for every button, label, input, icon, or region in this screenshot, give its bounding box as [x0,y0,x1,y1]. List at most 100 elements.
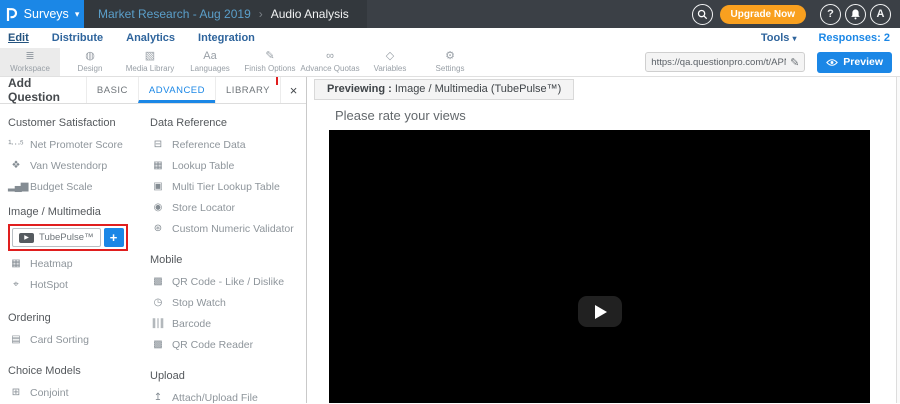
questionpro-logo-icon [5,6,18,22]
question-type-van-westendorp[interactable]: ❖ Van Westendorp [8,155,142,176]
nav-tab-distribute[interactable]: Distribute [52,32,103,44]
nav-tab-integration[interactable]: Integration [198,32,255,44]
video-player[interactable] [329,130,870,403]
vertical-scrollbar[interactable] [896,77,900,403]
previewing-subject: Image / Multimedia (TubePulse™) [392,83,562,95]
card-sorting-icon: ▤ [8,334,23,345]
add-question-header: Add Question BASIC ADVANCED LIBRARY × [0,77,306,104]
question-type-net-promoter-score[interactable]: ¹⋯⁵ Net Promoter Score [8,134,142,155]
heatmap-icon: ▦ [8,258,23,269]
question-type-reference-data[interactable]: ⊟ Reference Data [150,134,306,155]
price-tag-icon: ❖ [8,160,23,171]
tools-dropdown[interactable]: Tools ▾ [761,32,797,44]
item-label: Stop Watch [172,297,226,309]
chevron-down-icon: ▾ [792,34,796,43]
section-customer-satisfaction: Customer Satisfaction [8,117,142,129]
search-button[interactable] [692,4,713,25]
surveys-product-menu[interactable]: Surveys ▾ [0,0,84,28]
toolbar-finish-options[interactable]: ✎ Finish Options [240,48,300,76]
avatar-initial: A [877,8,885,20]
toolbar-finish-options-label: Finish Options [244,64,295,73]
nps-scale-icon: ¹⋯⁵ [8,139,23,150]
question-type-lookup-table[interactable]: ▦ Lookup Table [150,155,306,176]
toolbar-advance-quotas-label: Advance Quotas [300,64,359,73]
survey-url-input[interactable] [651,57,786,68]
add-question-title: Add Question [0,76,86,104]
item-label: Attach/Upload File [172,392,258,404]
toolbar-variables[interactable]: ◇ Variables [360,48,420,76]
toolbar-settings[interactable]: ⚙ Settings [420,48,480,76]
question-type-multi-tier-lookup-table[interactable]: ▣ Multi Tier Lookup Table [150,176,306,197]
play-button[interactable] [578,296,622,327]
toolbar-advance-quotas[interactable]: ∞ Advance Quotas [300,48,360,76]
item-label: Heatmap [30,258,73,270]
question-type-qr-like-dislike[interactable]: ▩ QR Code - Like / Dislike [150,271,306,292]
eye-icon [826,58,838,67]
tubepulse-chip[interactable]: ▶ TubePulse™ [12,228,101,247]
close-panel-button[interactable]: × [280,77,306,103]
section-choice-models: Choice Models [8,365,142,377]
item-label: Custom Numeric Validator [172,223,294,235]
play-icon [595,305,607,319]
toolbar-media-library[interactable]: ▧ Media Library [120,48,180,76]
question-type-store-locator[interactable]: ◉ Store Locator [150,197,306,218]
toolbar-workspace[interactable]: ≣ Workspace [0,48,60,76]
item-label: Card Sorting [30,334,89,346]
finish-options-icon: ✎ [265,51,274,63]
workspace-toolbar: ≣ Workspace ◍ Design ▧ Media Library Aa … [0,48,900,77]
item-label: Barcode [172,318,211,330]
preview-button-label: Preview [843,56,883,68]
store-locator-icon: ◉ [150,202,165,213]
tools-label: Tools [761,32,790,44]
question-type-conjoint[interactable]: ⊞ Conjoint [8,382,142,403]
stop-watch-icon: ◷ [150,297,165,308]
question-types-mid-column: Data Reference ⊟ Reference Data ▦ Lookup… [142,108,306,403]
tab-library[interactable]: LIBRARY [215,77,280,103]
item-label: Budget Scale [30,181,92,193]
question-type-card-sorting[interactable]: ▤ Card Sorting [8,329,142,350]
question-type-hotspot[interactable]: ⌖ HotSpot [8,274,142,295]
account-avatar[interactable]: A [870,4,891,25]
question-type-tubepulse-highlighted[interactable]: ▶ TubePulse™ + [8,224,128,251]
breadcrumb-separator-icon: › [259,7,263,21]
question-type-barcode[interactable]: ∥∣∥ Barcode [150,313,306,334]
toolbar-design-label: Design [78,64,103,73]
question-type-heatmap[interactable]: ▦ Heatmap [8,253,142,274]
responses-count-link[interactable]: Responses: 2 [818,32,890,44]
video-player-icon: ▶ [19,233,34,243]
breadcrumb: Market Research - Aug 2019 › Audio Analy… [84,0,367,28]
attach-upload-icon: ↥ [150,392,165,403]
tab-basic[interactable]: BASIC [86,77,138,103]
nav-tab-analytics[interactable]: Analytics [126,32,175,44]
question-type-attach-upload-file[interactable]: ↥ Attach/Upload File [150,387,306,403]
item-label: HotSpot [30,279,68,291]
section-mobile: Mobile [150,254,306,266]
toolbar-design[interactable]: ◍ Design [60,48,120,76]
question-type-qr-code-reader[interactable]: ▩ QR Code Reader [150,334,306,355]
item-label: Reference Data [172,139,246,151]
help-button[interactable]: ? [820,4,841,25]
advance-quotas-icon: ∞ [326,51,334,63]
question-type-stop-watch[interactable]: ◷ Stop Watch [150,292,306,313]
question-type-budget-scale[interactable]: ▂▄▆ Budget Scale [8,176,142,197]
toolbar-languages[interactable]: Aa Languages [180,48,240,76]
nav-tab-edit[interactable]: Edit [8,32,29,44]
add-tubepulse-button[interactable]: + [104,228,124,247]
tab-advanced[interactable]: ADVANCED [138,77,215,103]
breadcrumb-survey-link[interactable]: Market Research - Aug 2019 [98,7,251,21]
notifications-button[interactable] [845,4,866,25]
preview-button[interactable]: Preview [817,52,892,73]
close-icon: × [290,83,298,98]
survey-url-field[interactable]: ✎ [645,52,805,72]
item-label: Store Locator [172,202,235,214]
pencil-icon[interactable]: ✎ [790,56,799,69]
toolbar-workspace-label: Workspace [10,64,50,73]
plus-icon: + [110,230,118,245]
question-type-custom-numeric-validator[interactable]: ⊛ Custom Numeric Validator [150,218,306,239]
upgrade-now-button[interactable]: Upgrade Now [720,5,806,24]
question-type-columns: Customer Satisfaction ¹⋯⁵ Net Promoter S… [0,104,306,403]
question-text: Please rate your views [335,108,466,123]
section-upload: Upload [150,370,306,382]
qr-code-reader-icon: ▩ [150,339,165,350]
settings-icon: ⚙ [445,51,455,63]
